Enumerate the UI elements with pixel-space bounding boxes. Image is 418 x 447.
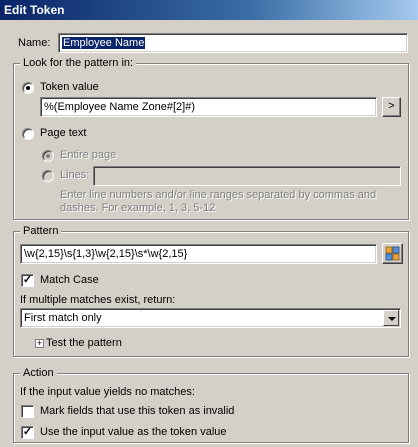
lines-hint-1: Enter line numbers and/or line ranges se…: [60, 189, 377, 201]
multiple-matches-label: If multiple matches exist, return:: [20, 294, 176, 306]
lines-hint-2: dashes. For example, 1, 3, 5-12: [60, 202, 216, 214]
pattern-library-button[interactable]: [382, 243, 403, 264]
name-label: Name:: [18, 37, 51, 49]
entire-page-radio[interactable]: [42, 150, 54, 162]
token-value-radio[interactable]: [22, 82, 34, 94]
page-text-radio[interactable]: [22, 128, 34, 140]
match-case-checkbox[interactable]: ✓: [21, 274, 34, 287]
mark-invalid-checkbox[interactable]: [21, 405, 34, 418]
radio-dot-icon: [46, 154, 50, 158]
page-text-label: Page text: [40, 127, 87, 139]
action-group-title: Action: [20, 367, 57, 379]
use-input-label: Use the input value as the token value: [40, 426, 227, 438]
pattern-library-icon: [385, 246, 400, 261]
lines-label: Lines:: [60, 169, 90, 181]
test-pattern-link[interactable]: Test the pattern: [46, 337, 122, 349]
checkmark-icon: ✓: [22, 426, 33, 438]
radio-dot-icon: [26, 86, 30, 90]
lines-field[interactable]: [93, 166, 401, 186]
token-value-label: Token value: [40, 81, 99, 93]
no-match-label: If the input value yields no matches:: [20, 386, 195, 398]
multiple-matches-dropdown[interactable]: First match only: [20, 308, 401, 328]
multiple-matches-selected: First match only: [24, 312, 102, 324]
pattern-field[interactable]: \w{2,15}\s{1,3}\w{2,15}\s*\w{2,15}: [20, 244, 377, 264]
mark-invalid-label: Mark fields that use this token as inval…: [40, 405, 235, 417]
token-value-text: %(Employee Name Zone#[2]#): [44, 101, 196, 113]
token-value-field[interactable]: %(Employee Name Zone#[2]#): [40, 97, 377, 117]
insert-token-button[interactable]: >: [382, 97, 401, 117]
chevron-down-icon[interactable]: [383, 310, 399, 326]
pattern-group-title: Pattern: [20, 225, 62, 237]
entire-page-label: Entire page: [60, 149, 117, 161]
use-input-checkbox[interactable]: ✓: [21, 426, 34, 439]
look-for-group-title: Look for the pattern in:: [20, 57, 137, 69]
window-title: Edit Token: [4, 3, 65, 17]
lines-field-value: [94, 167, 400, 171]
window-title-bar[interactable]: Edit Token: [0, 0, 418, 20]
lines-radio[interactable]: [42, 170, 54, 182]
name-field[interactable]: Employee Name: [58, 33, 408, 53]
match-case-label: Match Case: [40, 274, 99, 286]
expand-plus-icon[interactable]: +: [35, 339, 44, 348]
checkmark-icon: ✓: [22, 274, 33, 286]
name-field-value: Employee Name: [62, 37, 146, 49]
pattern-text: \w{2,15}\s{1,3}\w{2,15}\s*\w{2,15}: [24, 248, 188, 260]
